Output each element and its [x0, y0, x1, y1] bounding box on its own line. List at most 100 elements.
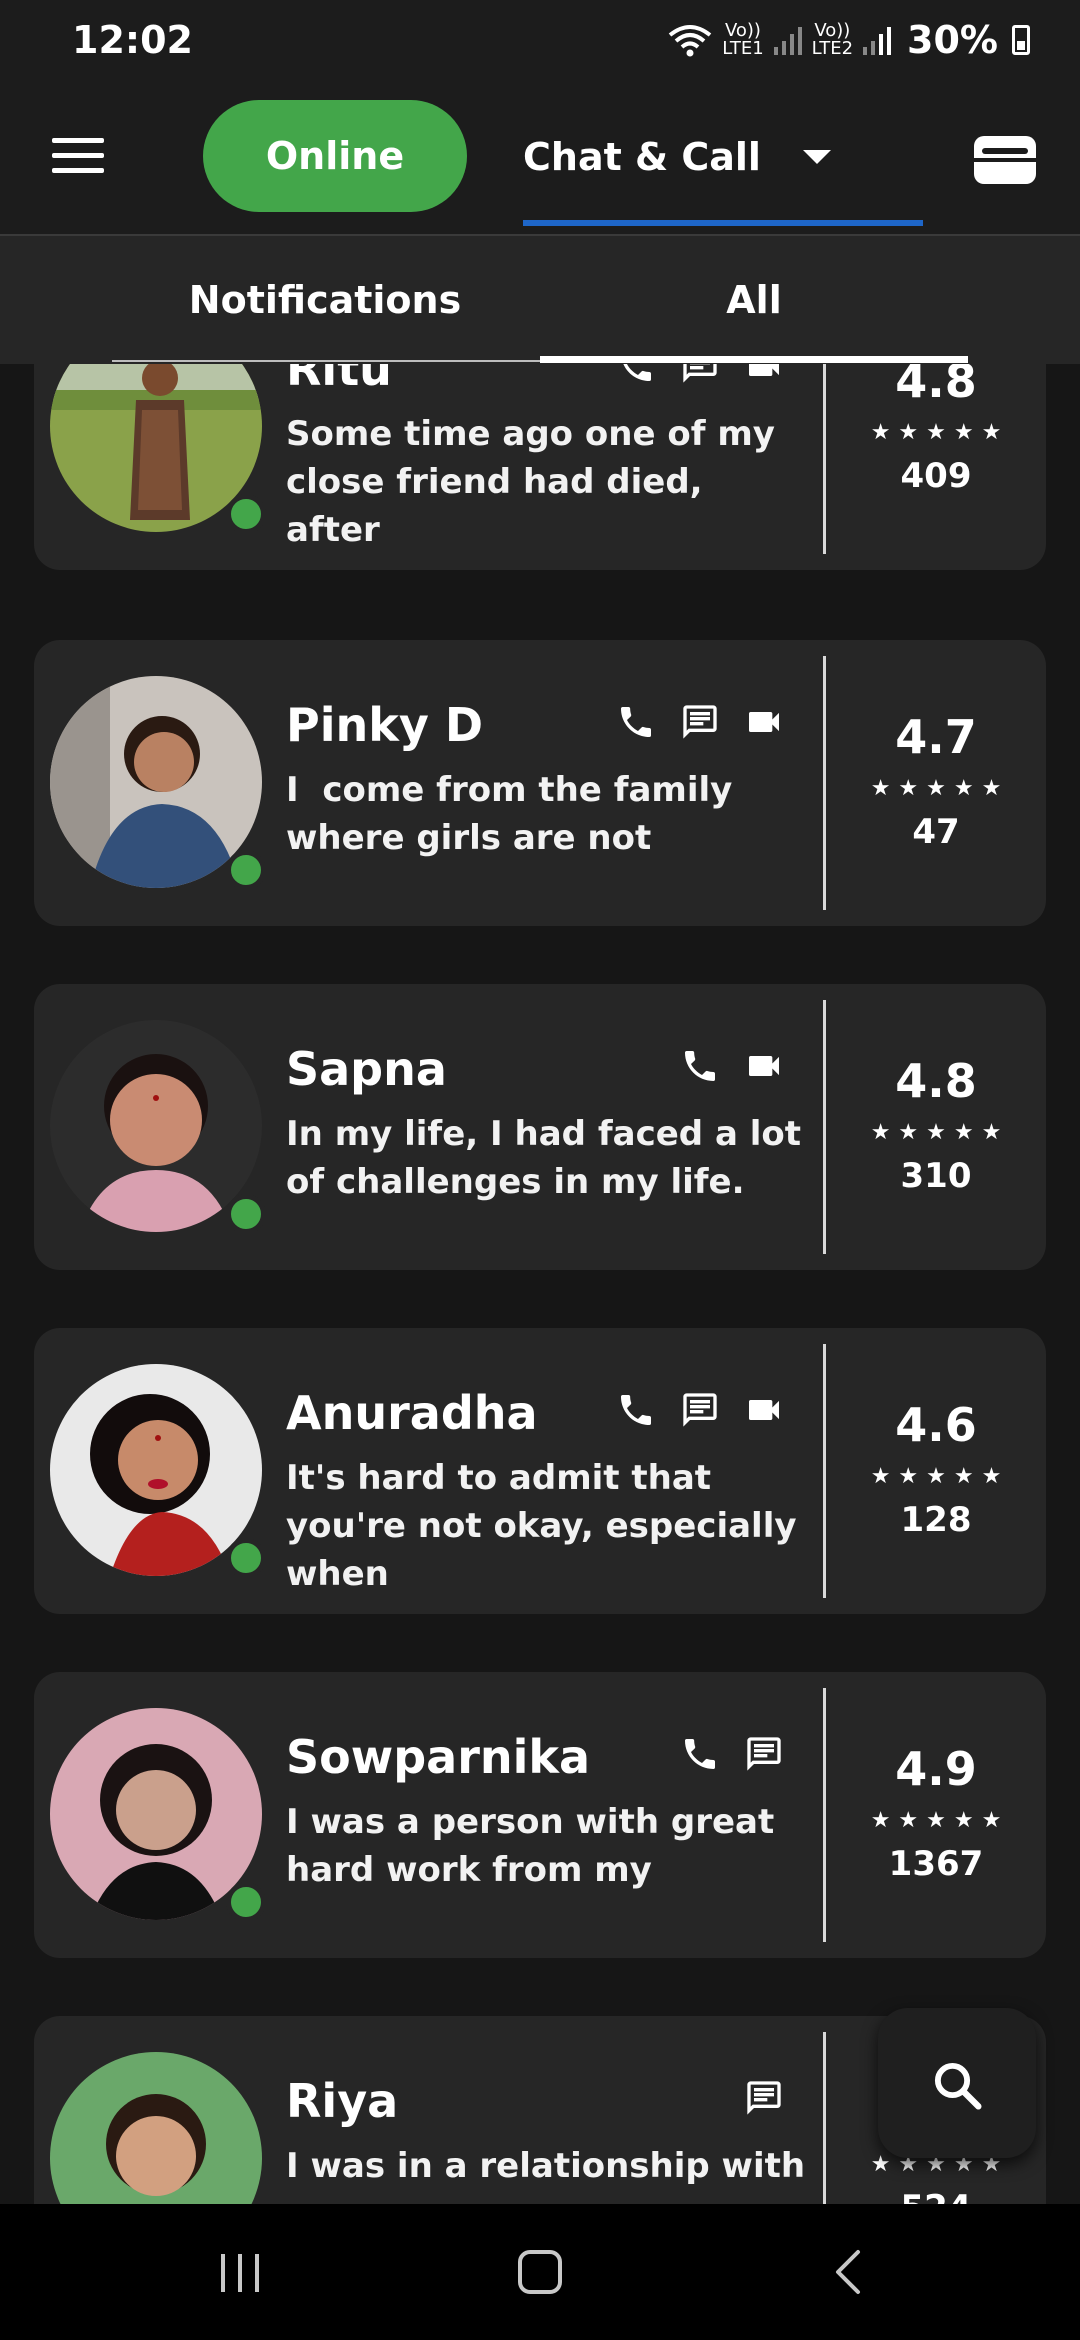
listener-card[interactable]: Sapna In my life, I had faced a lot of c… [34, 984, 1046, 1270]
rating-value: 4.8 [895, 1054, 977, 1108]
avatar[interactable] [50, 676, 266, 890]
avatar[interactable] [50, 364, 266, 534]
listener-bio: I come from the family where girls are n… [286, 770, 745, 858]
review-count: 310 [900, 1156, 972, 1196]
status-bar: 12:02 Vo)) LTE1 Vo)) LTE2 30% [0, 0, 1080, 80]
chat-icon[interactable] [680, 364, 720, 386]
listener-bio: I was a person with great hard work from… [286, 1802, 775, 1890]
sim2-label: Vo)) LTE2 [811, 20, 854, 59]
rating-block: 4.7 ★★★★★ 47 [826, 640, 1046, 926]
listener-card[interactable]: Anuradha It's hard to admit that you're … [34, 1328, 1046, 1614]
wallet-icon[interactable] [974, 136, 1036, 184]
rating-value: 4.8 [895, 364, 977, 408]
status-time: 12:02 [72, 18, 193, 62]
signal1-icon [773, 27, 802, 55]
avatar[interactable] [50, 2052, 262, 2204]
listener-bio: It's hard to admit that you're not okay,… [286, 1458, 797, 1594]
rating-value: 4.7 [895, 710, 977, 764]
listener-name: Ritu [286, 364, 392, 396]
listener-card[interactable]: Ritu Some time ago one of my close frien… [34, 364, 1046, 570]
rating-block: 4.9 ★★★★★ 1367 [826, 1672, 1046, 1958]
tab-notifications[interactable]: Notifications [110, 236, 540, 364]
listener-name: Riya [286, 2074, 399, 2128]
mode-dropdown-underline [523, 220, 923, 226]
video-icon[interactable] [744, 1390, 784, 1430]
contact-actions [616, 702, 784, 742]
mode-dropdown[interactable]: Chat & Call [523, 120, 923, 194]
review-count: 1367 [888, 1844, 984, 1884]
review-count: 128 [900, 1500, 972, 1540]
listener-bio: Some time ago one of my close friend had… [286, 414, 775, 550]
star-icons: ★★★★★ [870, 1120, 1010, 1145]
phone-icon[interactable] [680, 1046, 720, 1086]
phone-icon[interactable] [616, 702, 656, 742]
chat-icon[interactable] [680, 702, 720, 742]
avatar-photo [50, 2052, 262, 2204]
menu-icon[interactable] [52, 138, 104, 174]
online-status-dot [226, 850, 266, 890]
app-bar: Online Chat & Call [0, 80, 1080, 234]
contact-actions [616, 1390, 784, 1430]
star-icons: ★★★★★ [870, 1808, 1010, 1833]
signal2-icon [863, 27, 892, 55]
search-icon [934, 2062, 982, 2110]
chat-icon[interactable] [744, 2078, 784, 2118]
rating-value: 4.9 [895, 1742, 977, 1796]
chat-icon[interactable] [680, 1390, 720, 1430]
battery-percent: 30% [907, 18, 998, 62]
contact-actions [680, 1734, 784, 1774]
online-status-dot [226, 1194, 266, 1234]
rating-value: 4.6 [895, 1398, 977, 1452]
phone-icon[interactable] [680, 1734, 720, 1774]
online-status-dot [226, 494, 266, 534]
system-nav-bar [0, 2204, 1080, 2340]
video-icon[interactable] [744, 1046, 784, 1086]
review-count: 47 [912, 812, 960, 852]
avatar[interactable] [50, 1708, 266, 1922]
caret-down-icon [802, 150, 831, 164]
avatar[interactable] [50, 1364, 266, 1578]
back-icon[interactable] [766, 2204, 926, 2340]
rating-block: 4.8 ★★★★★ 409 [826, 364, 1046, 570]
mode-dropdown-label: Chat & Call [523, 135, 761, 179]
phone-icon[interactable] [616, 1390, 656, 1430]
contact-actions [744, 2078, 784, 2118]
online-status-dot [226, 1538, 266, 1578]
avatar[interactable] [50, 1020, 266, 1234]
review-count: 409 [900, 456, 972, 496]
listener-bio: I was in a relationship with [286, 2146, 806, 2186]
listener-name: Anuradha [286, 1386, 538, 1440]
wifi-icon [669, 25, 712, 57]
star-icons: ★★★★★ [870, 1464, 1010, 1489]
listener-card[interactable]: Pinky D I come from the family where gir… [34, 640, 1046, 926]
listener-name: Sapna [286, 1042, 447, 1096]
tab-all[interactable]: All [540, 236, 968, 364]
online-status-dot [226, 1882, 266, 1922]
rating-block: 4.6 ★★★★★ 128 [826, 1328, 1046, 1614]
star-icons: ★★★★★ [870, 776, 1010, 801]
tab-divider-line [112, 360, 540, 362]
listener-name: Pinky D [286, 698, 484, 752]
online-toggle-button[interactable]: Online [203, 100, 467, 212]
listener-name: Sowparnika [286, 1730, 591, 1784]
contact-actions [680, 1046, 784, 1086]
tab-active-indicator [540, 356, 968, 363]
search-fab-button[interactable] [878, 2008, 1036, 2158]
rating-block: 4.8 ★★★★★ 310 [826, 984, 1046, 1270]
chat-icon[interactable] [744, 1734, 784, 1774]
listener-list[interactable]: Ritu Some time ago one of my close frien… [0, 364, 1080, 2204]
star-icons: ★★★★★ [870, 420, 1010, 445]
contact-actions [616, 364, 784, 386]
tab-bar: Notifications All [0, 234, 1080, 364]
phone-icon[interactable] [616, 364, 656, 386]
recent-apps-icon[interactable] [160, 2204, 320, 2340]
review-count: 524 [826, 2188, 1046, 2204]
status-indicators: Vo)) LTE1 Vo)) LTE2 30% [668, 18, 1030, 62]
video-icon[interactable] [744, 702, 784, 742]
sim1-label: Vo)) LTE1 [722, 20, 764, 59]
home-icon[interactable] [460, 2204, 620, 2340]
listener-card[interactable]: Sowparnika I was a person with great har… [34, 1672, 1046, 1958]
video-icon[interactable] [744, 364, 784, 386]
battery-icon [1012, 25, 1030, 55]
listener-bio: In my life, I had faced a lot of challen… [286, 1114, 802, 1202]
